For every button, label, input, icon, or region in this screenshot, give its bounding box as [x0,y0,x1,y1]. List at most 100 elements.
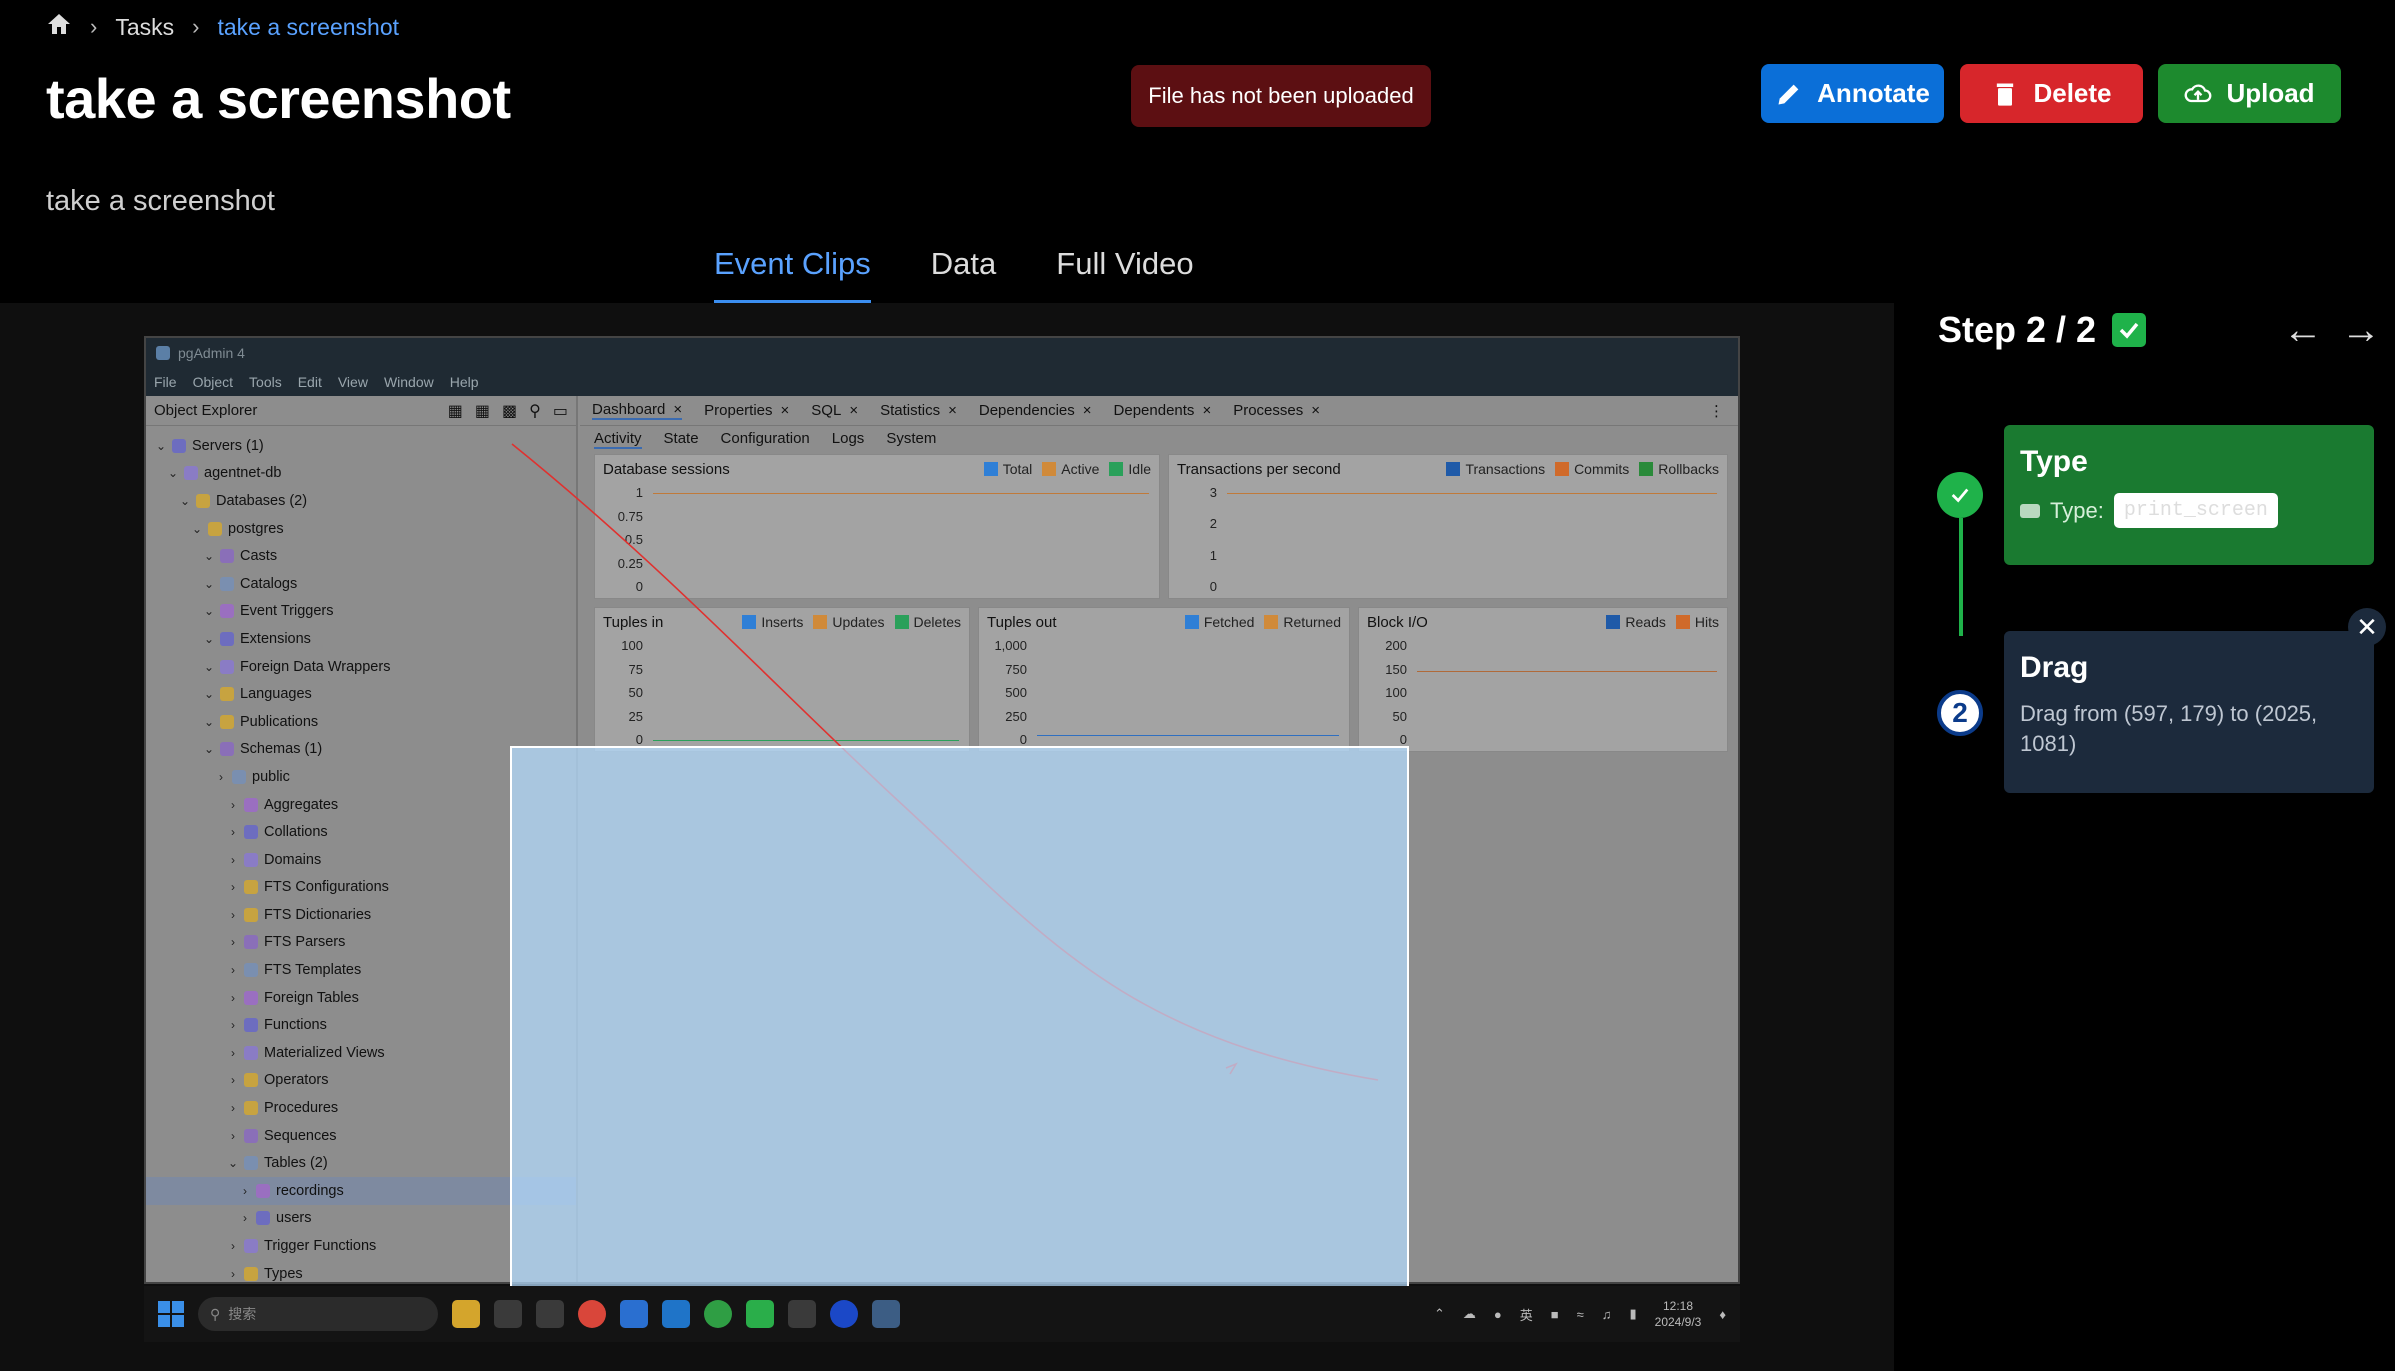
chevron-right-icon[interactable]: › [226,1267,240,1281]
menu-window[interactable]: Window [384,374,434,390]
chevron-down-icon[interactable]: ⌄ [166,466,180,480]
chevron-down-icon[interactable]: ⌄ [202,742,216,756]
dashboard-subtab[interactable]: System [886,430,936,449]
dashboard-tab[interactable]: SQL × [811,402,858,419]
windows-start-icon[interactable] [158,1301,184,1327]
tree-item[interactable]: ⌄ Publications [146,708,576,736]
chevron-down-icon[interactable]: ⌄ [202,687,216,701]
dashboard-tab[interactable]: Statistics × [880,402,957,419]
dashboard-tab[interactable]: Properties × [704,402,789,419]
search-icon[interactable]: ⚲ [529,401,541,421]
close-icon[interactable]: × [673,401,682,418]
menu-view[interactable]: View [338,374,368,390]
chevron-right-icon[interactable]: › [238,1211,252,1225]
dashboard-tab[interactable]: Dependents × [1114,402,1212,419]
chevron-down-icon[interactable]: › [214,770,228,784]
chevron-right-icon[interactable]: › [226,908,240,922]
home-icon[interactable] [46,12,72,42]
legend-item[interactable]: Rollbacks [1639,461,1719,477]
chevron-right-icon[interactable]: › [226,853,240,867]
annotate-button[interactable]: Annotate [1761,64,1944,123]
chevron-right-icon[interactable]: › [226,798,240,812]
menu-object[interactable]: Object [193,374,233,390]
dashboard-subtab[interactable]: Logs [832,430,865,449]
tree-item[interactable]: ⌄ agentnet-db [146,460,576,488]
chevron-down-icon[interactable]: ⌄ [202,577,216,591]
breadcrumb-tasks-link[interactable]: Tasks [115,14,174,41]
wifi-icon[interactable]: ≈ [1577,1307,1584,1322]
menu-file[interactable]: File [154,374,177,390]
vscode-icon[interactable] [662,1300,690,1328]
chevron-down-icon[interactable]: ⌄ [190,522,204,536]
chevron-right-icon[interactable]: › [226,1129,240,1143]
table-icon[interactable]: ▦ [475,401,490,421]
step-card-type[interactable]: Type Type: print_screen [2004,425,2374,565]
dashboard-subtab[interactable]: Activity [594,430,642,449]
app-tray-icon[interactable]: ■ [1551,1307,1559,1322]
chevron-down-icon[interactable]: ⌄ [202,632,216,646]
arrow-right-icon[interactable]: → [2341,308,2381,353]
chevron-down-icon[interactable]: ⌄ [202,604,216,618]
upload-button[interactable]: Upload [2158,64,2341,123]
ime-indicator[interactable]: 英 [1520,1305,1533,1324]
tree-item[interactable]: ⌄ Extensions [146,625,576,653]
settings-icon[interactable] [494,1300,522,1328]
file-explorer-icon[interactable] [452,1300,480,1328]
menu-help[interactable]: Help [450,374,479,390]
delete-button[interactable]: Delete [1960,64,2143,123]
chevron-right-icon[interactable]: › [226,991,240,1005]
dashboard-subtab[interactable]: Configuration [721,430,810,449]
mail-icon[interactable] [620,1300,648,1328]
menu-edit[interactable]: Edit [298,374,322,390]
legend-item[interactable]: Reads [1606,614,1666,630]
chrome-icon[interactable] [704,1300,732,1328]
tree-item[interactable]: ⌄ Catalogs [146,570,576,598]
legend-item[interactable]: Idle [1109,461,1151,477]
legend-item[interactable]: Fetched [1184,614,1254,630]
legend-item[interactable]: Returned [1264,614,1341,630]
dashboard-tab[interactable]: Dependencies × [979,402,1092,419]
app-icon[interactable] [830,1300,858,1328]
legend-item[interactable]: Total [983,461,1032,477]
tree-item[interactable]: ⌄ Languages [146,680,576,708]
pgadmin-icon[interactable] [872,1300,900,1328]
tree-item[interactable]: ⌄ postgres [146,515,576,543]
chevron-right-icon[interactable]: › [226,1018,240,1032]
chevron-right-icon[interactable]: › [226,963,240,977]
taskbar-clock[interactable]: 12:18 2024/9/3 [1655,1298,1702,1330]
close-icon[interactable]: × [1083,402,1092,419]
dashboard-tab[interactable]: Dashboard × [592,401,683,420]
chevron-right-icon[interactable]: › [226,1046,240,1060]
chevron-right-icon[interactable]: › [226,1073,240,1087]
battery-icon[interactable]: ▮ [1629,1306,1636,1322]
close-icon[interactable]: × [1311,402,1320,419]
taskbar-search[interactable]: ⚲ 搜索 [198,1297,438,1331]
volume-icon[interactable]: ♫ [1602,1307,1612,1322]
filter-icon[interactable]: ▩ [502,401,517,421]
notification-bell-icon[interactable]: ♦ [1719,1307,1726,1322]
app-icon[interactable] [788,1300,816,1328]
legend-item[interactable]: Inserts [742,614,803,630]
dashboard-subtab[interactable]: State [664,430,699,449]
tree-item[interactable]: ⌄ Casts [146,542,576,570]
terminal-icon[interactable]: ▭ [553,401,568,421]
chrome-icon[interactable] [578,1300,606,1328]
menu-tools[interactable]: Tools [249,374,282,390]
app-icon[interactable] [536,1300,564,1328]
chevron-down-icon[interactable]: ⌄ [178,494,192,508]
chevron-right-icon[interactable]: › [226,880,240,894]
breadcrumb-current[interactable]: take a screenshot [217,14,399,41]
close-icon[interactable]: × [948,402,957,419]
close-icon[interactable]: × [849,402,858,419]
tree-item[interactable]: ⌄ Foreign Data Wrappers [146,653,576,681]
legend-item[interactable]: Active [1042,461,1099,477]
chevron-up-icon[interactable]: ⌃ [1434,1306,1445,1322]
chevron-down-icon[interactable]: ⌄ [202,549,216,563]
tree-item[interactable]: ⌄ Event Triggers [146,598,576,626]
wechat-icon[interactable] [746,1300,774,1328]
close-icon[interactable]: ✕ [2348,608,2386,646]
legend-item[interactable]: Transactions [1446,461,1545,477]
legend-item[interactable]: Updates [813,614,885,630]
legend-item[interactable]: Commits [1555,461,1629,477]
app-tray-icon[interactable]: ● [1494,1307,1502,1322]
